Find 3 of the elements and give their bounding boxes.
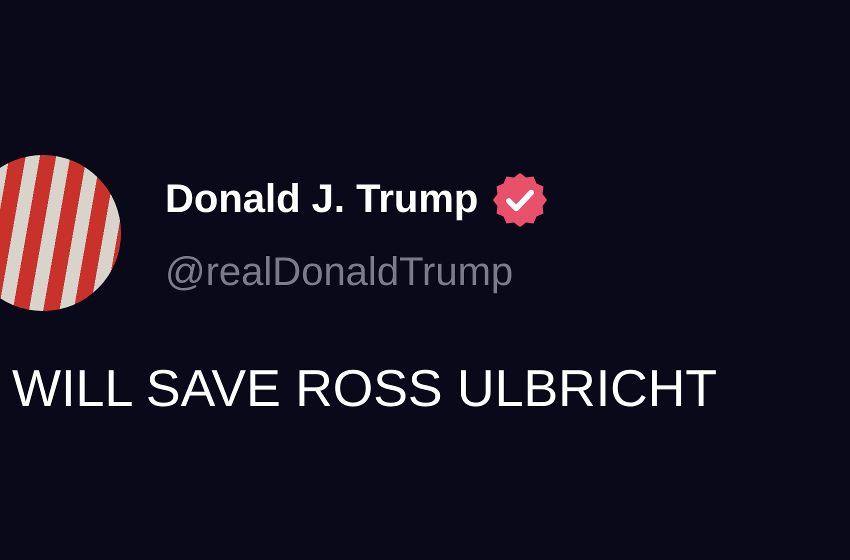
- author-handle: @realDonaldTrump: [165, 250, 514, 294]
- post-text: WILL SAVE ROSS ULBRICHT: [12, 359, 718, 419]
- author-name: Donald J. Trump: [165, 177, 478, 222]
